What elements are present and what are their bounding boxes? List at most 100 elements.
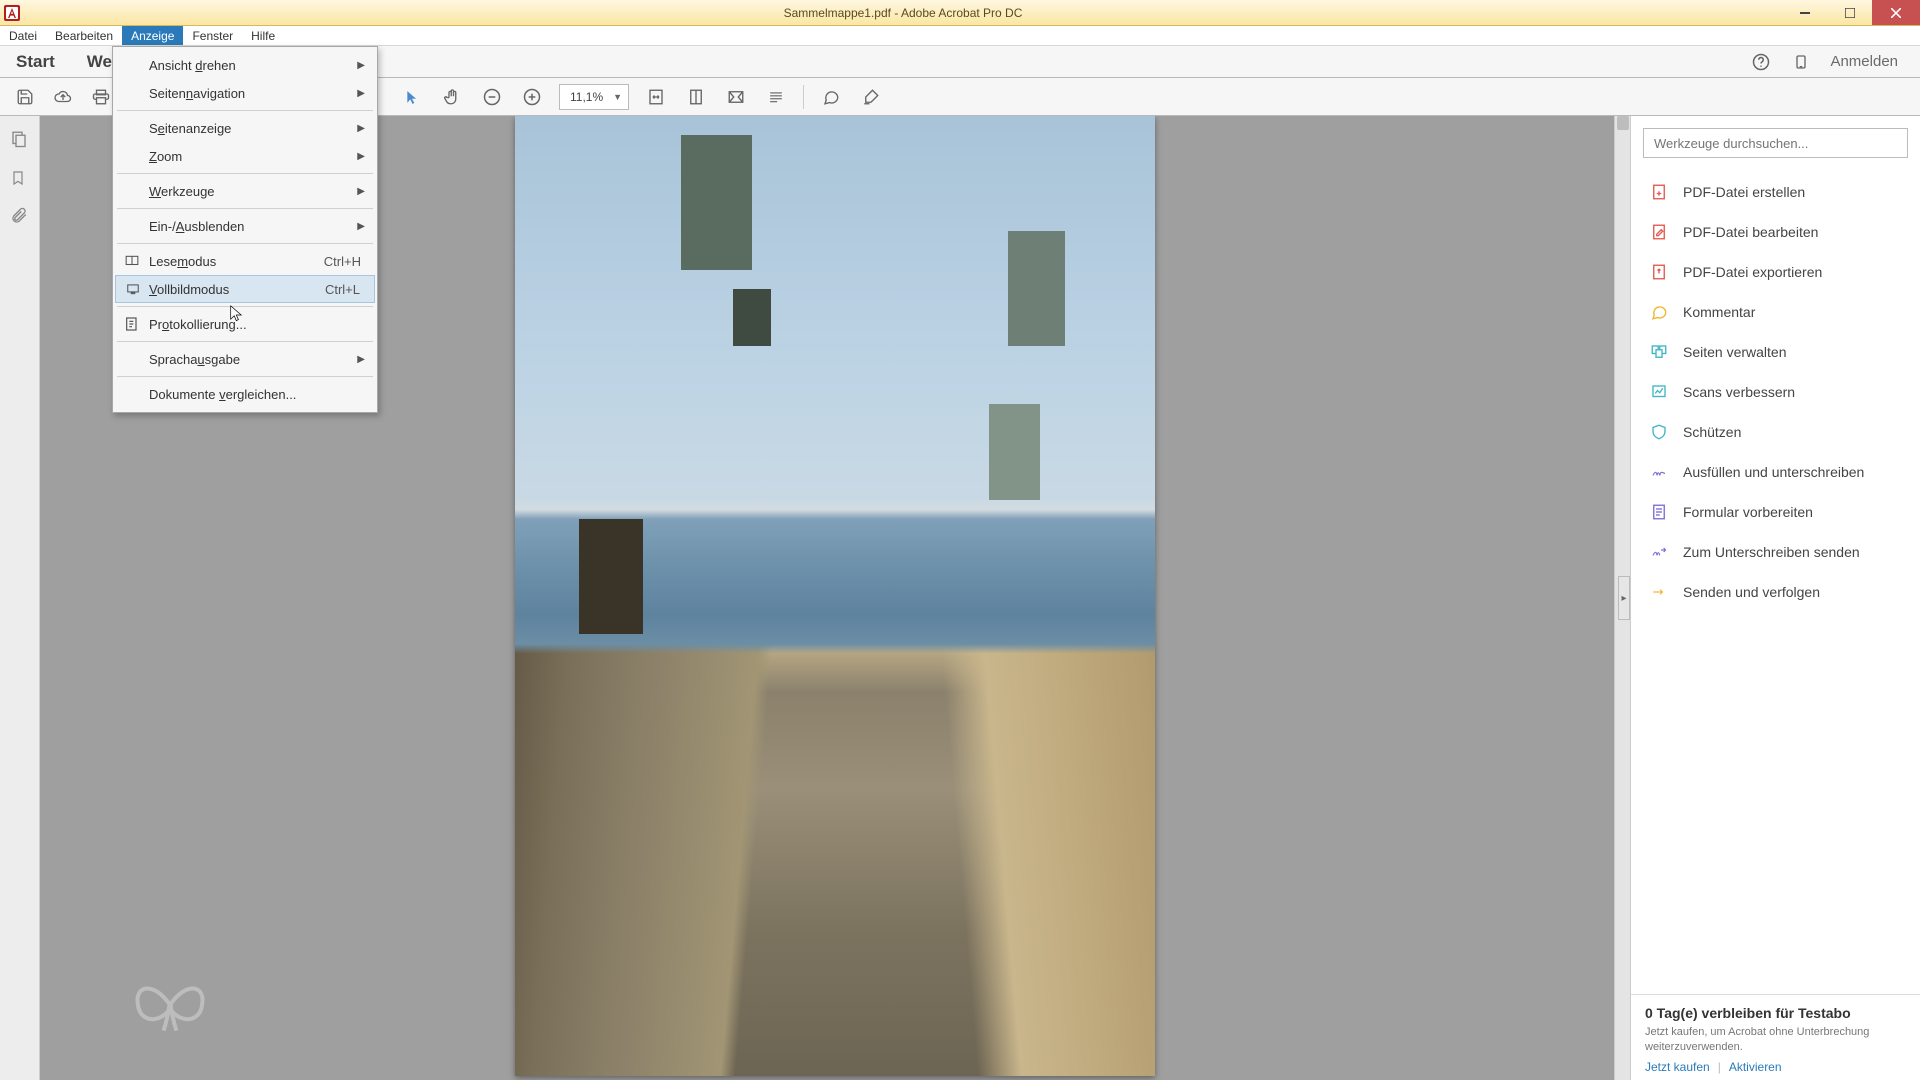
protect-icon bbox=[1649, 422, 1669, 442]
hand-tool-icon[interactable] bbox=[439, 84, 465, 110]
trial-activate-link[interactable]: Aktivieren bbox=[1729, 1060, 1782, 1074]
tool-sign[interactable]: Ausfüllen und unterschreiben bbox=[1631, 452, 1920, 492]
app-icon bbox=[0, 0, 24, 25]
menu-item[interactable]: Sprachausgabe ▶ bbox=[115, 345, 375, 373]
read-mode-icon bbox=[123, 252, 141, 270]
menu-item[interactable]: Ein-/Ausblenden▶ bbox=[115, 212, 375, 240]
enhance-icon bbox=[1649, 382, 1669, 402]
window-title: Sammelmappe1.pdf - Adobe Acrobat Pro DC bbox=[24, 0, 1782, 25]
tool-organize[interactable]: Seiten verwalten bbox=[1631, 332, 1920, 372]
menu-shortcut: Ctrl+L bbox=[325, 282, 360, 297]
tools-list: PDF-Datei erstellen PDF-Datei bearbeiten P… bbox=[1631, 166, 1920, 618]
menu-item-label: Sprachausgabe bbox=[149, 352, 240, 367]
menu-item-label: Protokollierung... bbox=[149, 317, 247, 332]
menu-item[interactable]: Lesemodus Ctrl+H bbox=[115, 247, 375, 275]
submenu-arrow-icon: ▶ bbox=[357, 354, 365, 365]
organize-icon bbox=[1649, 342, 1669, 362]
form-icon bbox=[1649, 502, 1669, 522]
cloud-upload-icon[interactable] bbox=[50, 84, 76, 110]
menu-anzeige[interactable]: Anzeige bbox=[122, 26, 183, 45]
chevron-down-icon: ▼ bbox=[613, 92, 622, 102]
tool-comment[interactable]: Kommentar bbox=[1631, 292, 1920, 332]
sendSign-icon bbox=[1649, 542, 1669, 562]
zoom-level-value: 11,1% bbox=[570, 90, 603, 104]
menu-item[interactable]: Seitenanzeige ▶ bbox=[115, 114, 375, 142]
menu-fenster[interactable]: Fenster bbox=[183, 26, 242, 45]
fit-width-icon[interactable] bbox=[643, 84, 669, 110]
tool-enhance[interactable]: Scans verbessern bbox=[1631, 372, 1920, 412]
submenu-arrow-icon: ▶ bbox=[357, 60, 365, 71]
window-minimize-button[interactable] bbox=[1782, 0, 1827, 25]
comment-icon bbox=[1649, 302, 1669, 322]
tool-label: Schützen bbox=[1683, 424, 1741, 440]
window-close-button[interactable] bbox=[1872, 0, 1920, 25]
menu-item-label: Seitennavigation bbox=[149, 86, 245, 101]
zoom-level-dropdown[interactable]: 11,1% ▼ bbox=[559, 84, 629, 110]
pdf-page bbox=[515, 116, 1155, 1076]
menubar: Datei Bearbeiten Anzeige Fenster Hilfe bbox=[0, 26, 1920, 46]
zoom-out-icon[interactable] bbox=[479, 84, 505, 110]
watermark-icon bbox=[130, 970, 210, 1040]
menu-datei[interactable]: Datei bbox=[0, 26, 46, 45]
menu-item-label: Lesemodus bbox=[149, 254, 216, 269]
thumbnails-icon[interactable] bbox=[10, 130, 30, 150]
window-titlebar: Sammelmappe1.pdf - Adobe Acrobat Pro DC bbox=[0, 0, 1920, 26]
menu-item[interactable]: Seitennavigation▶ bbox=[115, 79, 375, 107]
print-icon[interactable] bbox=[88, 84, 114, 110]
bookmarks-icon[interactable] bbox=[10, 168, 30, 188]
menu-item-label: Zoom bbox=[149, 149, 182, 164]
log-icon bbox=[123, 315, 141, 333]
trial-buy-link[interactable]: Jetzt kaufen bbox=[1645, 1060, 1710, 1074]
highlight-icon[interactable] bbox=[858, 84, 884, 110]
trial-title: 0 Tag(e) verbleiben für Testabo bbox=[1645, 1005, 1906, 1021]
comment-bubble-icon[interactable] bbox=[818, 84, 844, 110]
tool-label: PDF-Datei erstellen bbox=[1683, 184, 1805, 200]
tab-start[interactable]: Start bbox=[0, 46, 71, 77]
menu-item[interactable]: Ansicht drehen▶ bbox=[115, 51, 375, 79]
sign-icon bbox=[1649, 462, 1669, 482]
tool-track[interactable]: Senden und verfolgen bbox=[1631, 572, 1920, 612]
trial-notice: 0 Tag(e) verbleiben für Testabo Jetzt ka… bbox=[1631, 994, 1920, 1080]
tool-label: PDF-Datei exportieren bbox=[1683, 264, 1822, 280]
menu-shortcut: Ctrl+H bbox=[324, 254, 361, 269]
menu-hilfe[interactable]: Hilfe bbox=[242, 26, 284, 45]
tool-sendSign[interactable]: Zum Unterschreiben senden bbox=[1631, 532, 1920, 572]
fit-page-icon[interactable] bbox=[683, 84, 709, 110]
tools-panel: PDF-Datei erstellen PDF-Datei bearbeiten P… bbox=[1630, 116, 1920, 1080]
menu-item[interactable]: VollbildmodusCtrl+L bbox=[115, 275, 375, 303]
zoom-in-icon[interactable] bbox=[519, 84, 545, 110]
submenu-arrow-icon: ▶ bbox=[357, 123, 365, 134]
tool-protect[interactable]: Schützen bbox=[1631, 412, 1920, 452]
menu-item[interactable]: Protokollierung... bbox=[115, 310, 375, 338]
menu-item[interactable]: Werkzeuge▶ bbox=[115, 177, 375, 205]
track-icon bbox=[1649, 582, 1669, 602]
collapse-tools-handle[interactable]: ▸ bbox=[1618, 576, 1630, 620]
menu-item[interactable]: Zoom▶ bbox=[115, 142, 375, 170]
tool-edit[interactable]: PDF-Datei bearbeiten bbox=[1631, 212, 1920, 252]
reflow-icon[interactable] bbox=[763, 84, 789, 110]
menu-item-label: Seitenanzeige bbox=[149, 121, 231, 136]
tool-export[interactable]: PDF-Datei exportieren bbox=[1631, 252, 1920, 292]
page-image bbox=[515, 116, 1155, 1076]
tool-label: Zum Unterschreiben senden bbox=[1683, 544, 1860, 560]
login-link[interactable]: Anmelden bbox=[1830, 53, 1898, 70]
tool-label: PDF-Datei bearbeiten bbox=[1683, 224, 1818, 240]
selection-arrow-icon[interactable] bbox=[399, 84, 425, 110]
tool-label: Scans verbessern bbox=[1683, 384, 1795, 400]
window-maximize-button[interactable] bbox=[1827, 0, 1872, 25]
menu-item-label: Ein-/Ausblenden bbox=[149, 219, 244, 234]
tools-search-input[interactable] bbox=[1643, 128, 1908, 158]
attachments-icon[interactable] bbox=[10, 206, 30, 226]
menu-item[interactable]: Dokumente vergleichen... bbox=[115, 380, 375, 408]
scrollbar-thumb[interactable] bbox=[1617, 116, 1629, 130]
save-icon[interactable] bbox=[12, 84, 38, 110]
help-icon[interactable] bbox=[1750, 51, 1772, 73]
create-icon bbox=[1649, 182, 1669, 202]
menu-bearbeiten[interactable]: Bearbeiten bbox=[46, 26, 122, 45]
edit-icon bbox=[1649, 222, 1669, 242]
fit-visible-icon[interactable] bbox=[723, 84, 749, 110]
tool-form[interactable]: Formular vorbereiten bbox=[1631, 492, 1920, 532]
notifications-icon[interactable] bbox=[1790, 51, 1812, 73]
tool-label: Seiten verwalten bbox=[1683, 344, 1787, 360]
tool-create[interactable]: PDF-Datei erstellen bbox=[1631, 172, 1920, 212]
